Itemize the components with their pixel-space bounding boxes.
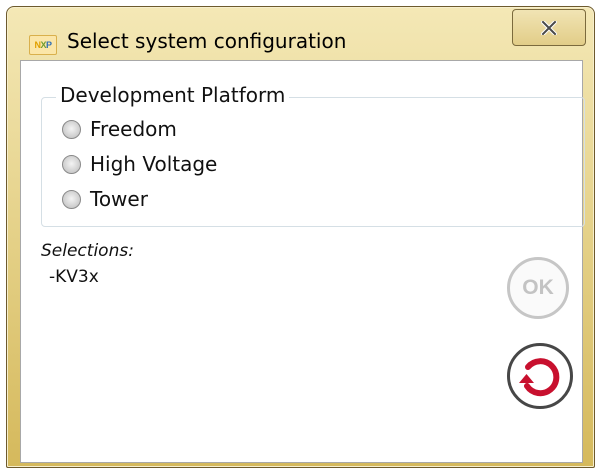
reset-icon	[519, 358, 560, 397]
reset-button[interactable]	[507, 343, 573, 409]
title-bar[interactable]: NXP Select system configuration	[7, 7, 594, 59]
close-icon	[541, 20, 557, 35]
radio-high-voltage[interactable]: High Voltage	[62, 152, 217, 176]
dialog-window: NXP Select system configuration Developm…	[6, 6, 595, 468]
selection-item: -KV3x	[49, 267, 99, 287]
radio-button-icon	[62, 154, 81, 174]
radio-tower[interactable]: Tower	[62, 187, 148, 211]
radio-button-icon	[62, 119, 81, 139]
dialog-content: Development Platform Freedom High Voltag…	[20, 60, 585, 463]
selections-label: Selections:	[41, 241, 134, 261]
window-title: Select system configuration	[67, 29, 347, 53]
radio-label: Tower	[90, 187, 148, 211]
group-legend: Development Platform	[56, 83, 290, 107]
radio-button-icon	[62, 189, 81, 209]
radio-label: Freedom	[90, 117, 177, 141]
nxp-logo-icon: NXP	[29, 35, 57, 55]
radio-freedom[interactable]: Freedom	[62, 117, 177, 141]
close-button[interactable]	[512, 9, 586, 46]
ok-button[interactable]: OK	[507, 257, 569, 319]
development-platform-group: Development Platform Freedom High Voltag…	[41, 83, 585, 227]
radio-label: High Voltage	[90, 152, 218, 176]
